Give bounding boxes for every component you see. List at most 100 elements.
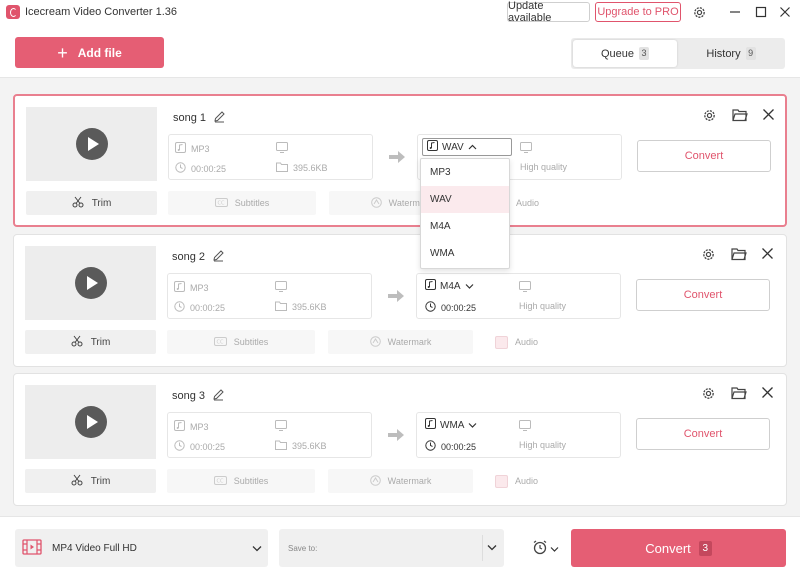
music-note-icon: [174, 420, 185, 433]
source-format: MP3: [174, 281, 209, 294]
upgrade-pro-button[interactable]: Upgrade to PRO: [595, 2, 681, 22]
convert-arrow-icon: [389, 151, 405, 163]
play-icon[interactable]: [75, 128, 108, 160]
convert-button[interactable]: Convert: [637, 140, 771, 172]
scissors-icon: [71, 474, 83, 489]
open-folder-icon[interactable]: [731, 247, 747, 263]
watermark-icon: [369, 474, 381, 488]
open-folder-icon[interactable]: [731, 386, 747, 402]
video-thumbnail[interactable]: [25, 385, 156, 459]
open-folder-icon[interactable]: [732, 108, 748, 124]
convert-arrow-icon: [388, 290, 404, 302]
save-to-field[interactable]: Save to:: [279, 529, 504, 567]
format-option-mp3[interactable]: MP3: [421, 159, 509, 186]
subtitles-button[interactable]: CC Subtitles: [167, 330, 315, 354]
add-file-button[interactable]: + Add file: [15, 37, 164, 68]
monitor-icon: [519, 420, 531, 433]
trim-button[interactable]: Trim: [25, 330, 156, 354]
output-format-select[interactable]: M4A: [421, 277, 478, 295]
subtitles-button[interactable]: CC Subtitles: [167, 469, 315, 493]
view-tabs: Queue 3 History 9: [571, 38, 785, 69]
output-duration: 00:00:25: [425, 301, 476, 314]
footer-bar: MP4 Video Full HD Save to: Convert 3: [0, 516, 800, 573]
divider: [482, 535, 483, 561]
convert-button[interactable]: Convert: [636, 418, 770, 450]
format-option-wma[interactable]: WMA: [421, 240, 509, 267]
audio-option[interactable]: Audio: [495, 469, 565, 493]
music-note-icon: [175, 142, 186, 155]
source-size: 395.6KB: [276, 162, 328, 174]
convert-count-badge: 3: [698, 540, 712, 556]
song-title: song 1: [173, 112, 207, 124]
source-resolution: [275, 420, 287, 433]
video-thumbnail[interactable]: [25, 246, 156, 320]
output-preset-select[interactable]: MP4 Video Full HD: [15, 529, 268, 567]
convert-all-button[interactable]: Convert 3: [571, 529, 786, 567]
save-to-label: Save to:: [288, 544, 318, 553]
clock-icon: [175, 162, 186, 175]
play-icon[interactable]: [74, 267, 107, 299]
convert-button[interactable]: Convert: [636, 279, 770, 311]
edit-pencil-icon[interactable]: [212, 249, 226, 263]
output-quality: High quality: [519, 440, 567, 450]
trim-label: Trim: [90, 336, 111, 348]
monitor-icon: [275, 420, 287, 433]
remove-item-close-icon[interactable]: [761, 247, 777, 263]
folder-icon: [276, 162, 288, 174]
format-option-wav[interactable]: WAV: [421, 186, 509, 213]
watermark-icon: [369, 335, 381, 349]
close-window-icon[interactable]: [776, 3, 794, 21]
output-format-value: WAV: [442, 141, 464, 153]
film-icon: [22, 538, 42, 558]
music-note-icon: [427, 140, 438, 154]
output-info-box: M4A 00:00:25 High quality: [416, 273, 621, 319]
audio-checkbox[interactable]: [495, 335, 508, 349]
scissors-icon: [72, 196, 84, 211]
item-settings-gear-icon[interactable]: [702, 108, 718, 124]
remove-item-close-icon[interactable]: [762, 108, 778, 124]
watermark-icon: [370, 196, 382, 210]
video-thumbnail[interactable]: [26, 107, 157, 181]
remove-item-close-icon[interactable]: [761, 386, 777, 402]
title-bar: Icecream Video Converter 1.36 Update ava…: [0, 0, 800, 26]
song-title: song 3: [172, 390, 206, 402]
settings-gear-icon[interactable]: [690, 3, 708, 21]
audio-option[interactable]: Audio: [495, 330, 565, 354]
watermark-button[interactable]: Watermark: [328, 469, 473, 493]
clock-icon: [174, 440, 185, 453]
trim-button[interactable]: Trim: [26, 191, 157, 215]
plus-icon: +: [57, 42, 68, 63]
maximize-icon[interactable]: [752, 3, 770, 21]
source-size: 395.6KB: [275, 301, 327, 313]
output-format-select[interactable]: WAV: [422, 138, 512, 156]
watermark-button[interactable]: Watermark: [328, 330, 473, 354]
svg-text:CC: CC: [217, 200, 224, 206]
edit-pencil-icon[interactable]: [213, 110, 227, 124]
tab-queue[interactable]: Queue 3: [573, 40, 677, 67]
source-format: MP3: [174, 420, 209, 433]
edit-pencil-icon[interactable]: [212, 388, 226, 402]
play-icon[interactable]: [74, 406, 107, 438]
monitor-icon: [519, 281, 531, 294]
item-settings-gear-icon[interactable]: [701, 247, 717, 263]
scissors-icon: [71, 335, 83, 350]
add-file-label: Add file: [77, 45, 122, 60]
convert-all-label: Convert: [645, 540, 691, 556]
output-quality: High quality: [519, 301, 567, 311]
audio-checkbox[interactable]: [495, 474, 508, 488]
convert-arrow-icon: [388, 429, 404, 441]
output-format-select[interactable]: WMA: [421, 416, 481, 434]
queue-item[interactable]: Trim song 2 MP3 00:00:25 395.6KB M4A 00:…: [13, 234, 787, 367]
save-to-dropdown-chevron-icon[interactable]: [487, 544, 497, 553]
subtitles-button[interactable]: CC Subtitles: [168, 191, 316, 215]
trim-button[interactable]: Trim: [25, 469, 156, 493]
tab-history-count: 9: [745, 47, 756, 60]
schedule-timer-button[interactable]: [532, 539, 562, 557]
item-settings-gear-icon[interactable]: [701, 386, 717, 402]
queue-item[interactable]: Trim song 1 MP3 00:00:25 395.6KB WAV Hig…: [13, 94, 787, 227]
update-available-button[interactable]: Update available: [507, 0, 590, 24]
minimize-icon[interactable]: [726, 3, 744, 21]
tab-history[interactable]: History 9: [679, 40, 783, 67]
format-option-m4a[interactable]: M4A: [421, 213, 509, 240]
queue-item[interactable]: Trim song 3 MP3 00:00:25 395.6KB WMA 00:…: [13, 373, 787, 506]
